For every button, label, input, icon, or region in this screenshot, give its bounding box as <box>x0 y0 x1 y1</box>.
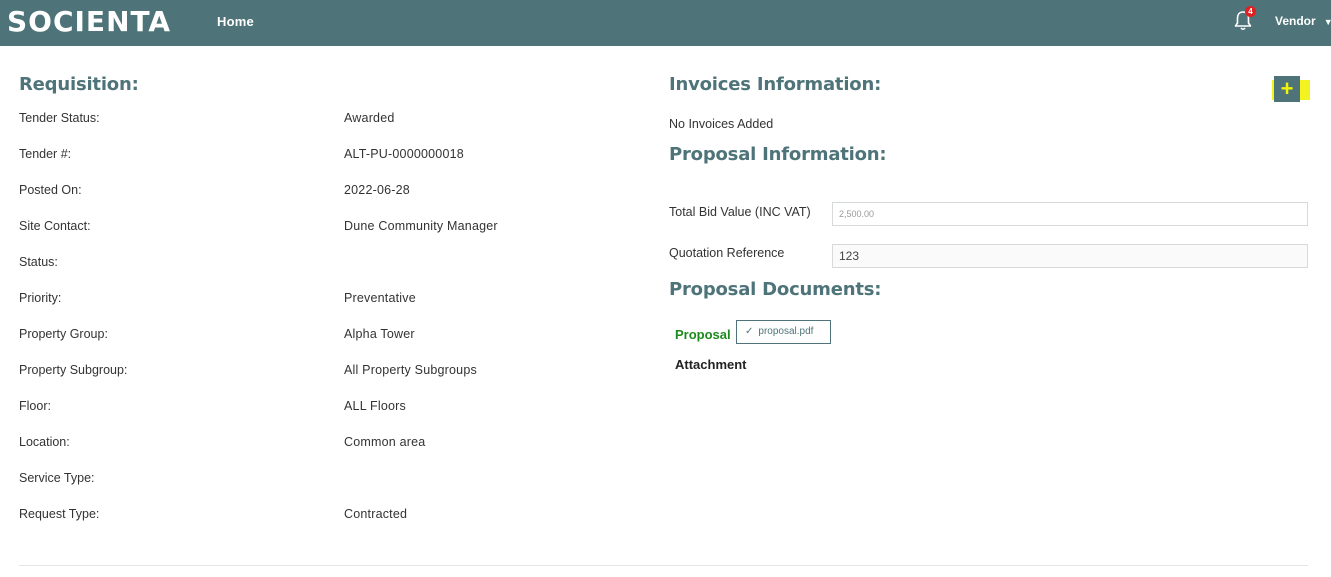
check-icon: ✓ <box>745 326 754 337</box>
notification-count-badge: 4 <box>1245 6 1256 17</box>
total-bid-value-label: Total Bid Value (INC VAT) <box>669 205 811 219</box>
property-subgroup-label: Property Subgroup: <box>19 363 128 377</box>
invoices-title: Invoices Information: <box>669 74 882 95</box>
request-type-value: Contracted <box>344 507 408 521</box>
site-contact-label: Site Contact: <box>19 219 91 233</box>
property-group-value: Alpha Tower <box>344 327 415 341</box>
priority-value: Preventative <box>344 291 416 305</box>
proposal-documents-title: Proposal Documents: <box>669 279 882 300</box>
section-divider <box>19 565 1308 566</box>
tender-number-label: Tender #: <box>19 147 72 161</box>
plus-icon: + <box>1280 76 1294 101</box>
user-menu-dropdown[interactable]: Vendor ▼ <box>1275 14 1331 28</box>
no-invoices-text: No Invoices Added <box>669 117 774 131</box>
service-type-label: Service Type: <box>19 471 95 485</box>
tender-status-label: Tender Status: <box>19 111 100 125</box>
socienta-logo[interactable]: SOCIENTA <box>7 6 171 38</box>
floor-label: Floor: <box>19 399 51 413</box>
total-bid-value-field[interactable]: 2,500.00 <box>832 202 1308 226</box>
status-label: Status: <box>19 255 58 269</box>
quotation-reference-label: Quotation Reference <box>669 246 785 260</box>
notification-bell-button[interactable]: 4 <box>1233 6 1256 32</box>
location-value: Common area <box>344 435 426 449</box>
proposal-information-title: Proposal Information: <box>669 144 887 165</box>
site-contact-value: Dune Community Manager <box>344 219 498 233</box>
quotation-reference-field[interactable]: 123 <box>832 244 1308 268</box>
user-menu-label: Vendor <box>1275 14 1316 28</box>
proposal-file-link[interactable]: ✓ proposal.pdf <box>736 320 831 344</box>
tender-status-value: Awarded <box>344 111 395 125</box>
attachment-label: Attachment <box>675 357 747 372</box>
nav-home-link[interactable]: Home <box>217 14 254 29</box>
location-label: Location: <box>19 435 70 449</box>
proposal-document-label: Proposal <box>675 327 731 342</box>
property-group-label: Property Group: <box>19 327 108 341</box>
request-type-label: Request Type: <box>19 507 100 521</box>
requisition-title: Requisition: <box>19 74 139 95</box>
top-navbar: SOCIENTA Home 4 Vendor ▼ <box>0 0 1331 46</box>
tender-number-value: ALT-PU-0000000018 <box>344 147 464 161</box>
chevron-down-icon: ▼ <box>1323 17 1331 27</box>
posted-on-value: 2022-06-28 <box>344 183 410 197</box>
priority-label: Priority: <box>19 291 62 305</box>
posted-on-label: Posted On: <box>19 183 82 197</box>
floor-value: ALL Floors <box>344 399 406 413</box>
property-subgroup-value: All Property Subgroups <box>344 363 477 377</box>
add-invoice-button[interactable]: + <box>1272 76 1310 102</box>
proposal-file-name: proposal.pdf <box>758 326 814 337</box>
